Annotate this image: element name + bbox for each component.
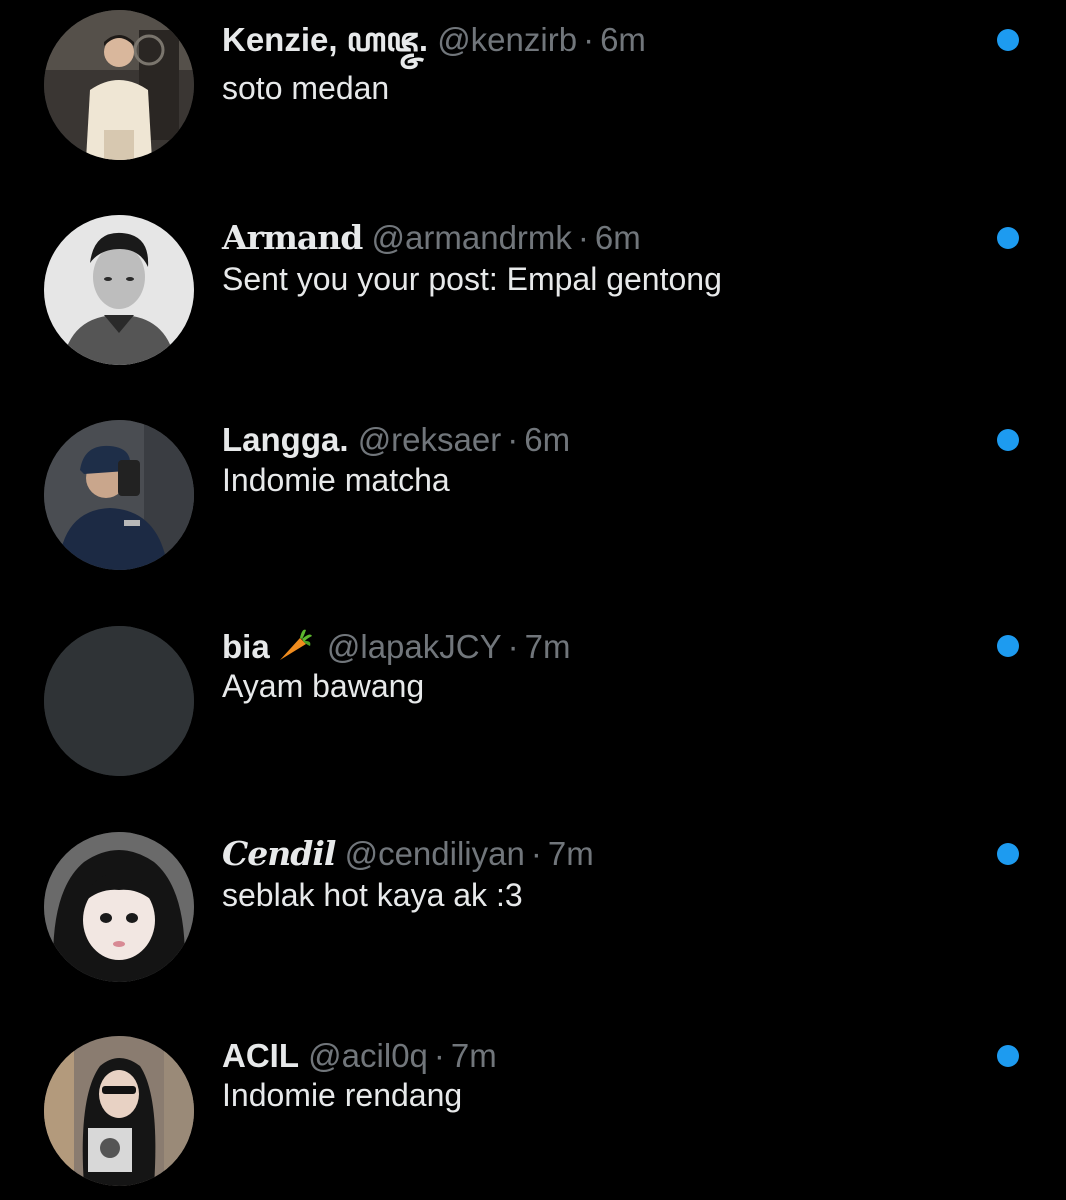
separator: · bbox=[507, 628, 519, 665]
separator: · bbox=[577, 219, 589, 256]
avatar[interactable] bbox=[44, 215, 194, 365]
conversation-header: Cendil @cendiliyan · 7m bbox=[222, 834, 594, 874]
message-preview: soto medan bbox=[222, 70, 390, 106]
message-preview: Sent you your post: Empal gentong bbox=[222, 261, 722, 297]
unread-indicator bbox=[997, 29, 1019, 51]
timestamp: 7m bbox=[450, 1037, 497, 1074]
user-handle: @armandrmk bbox=[371, 219, 572, 256]
display-name[interactable]: ACIL bbox=[222, 1037, 299, 1074]
person-photo-icon bbox=[44, 10, 194, 160]
separator: · bbox=[583, 21, 595, 58]
display-name[interactable]: Kenzie, ꦲꦗ꧀ꦗ. bbox=[222, 21, 428, 58]
avatar[interactable] bbox=[44, 10, 194, 160]
message-preview: Ayam bawang bbox=[222, 668, 425, 704]
unread-indicator bbox=[997, 227, 1019, 249]
message-preview: Indomie matcha bbox=[222, 462, 450, 498]
separator: · bbox=[507, 421, 519, 458]
timestamp: 7m bbox=[547, 835, 594, 872]
person-photo-icon bbox=[44, 215, 194, 365]
user-handle: @cendiliyan bbox=[344, 835, 525, 872]
unread-indicator bbox=[997, 429, 1019, 451]
person-photo-icon bbox=[44, 420, 194, 570]
conversation-header: Langga. @reksaer · 6m bbox=[222, 420, 570, 460]
avatar[interactable] bbox=[44, 832, 194, 982]
message-preview: seblak hot kaya ak :3 bbox=[222, 877, 523, 913]
conversation-row[interactable]: Langga. @reksaer · 6m Indomie matcha bbox=[0, 400, 1066, 600]
unread-indicator bbox=[997, 843, 1019, 865]
timestamp: 6m bbox=[600, 21, 646, 58]
user-handle: @acil0q bbox=[308, 1037, 428, 1074]
display-name[interactable]: Armand bbox=[222, 218, 363, 257]
conversation-header: ACIL @acil0q · 7m bbox=[222, 1036, 497, 1076]
user-handle: @kenzirb bbox=[437, 21, 578, 58]
display-name[interactable]: bia bbox=[222, 628, 270, 665]
person-photo-icon bbox=[44, 1036, 194, 1186]
timestamp: 7m bbox=[524, 628, 571, 665]
unread-indicator bbox=[997, 635, 1019, 657]
avatar[interactable] bbox=[44, 420, 194, 570]
conversation-list: Kenzie, ꦲꦗ꧀ꦗ. @kenzirb · 6m soto medan Arm… bbox=[0, 0, 1066, 1200]
separator: · bbox=[433, 1037, 445, 1074]
conversation-row[interactable]: Kenzie, ꦲꦗ꧀ꦗ. @kenzirb · 6m soto medan bbox=[0, 0, 1066, 200]
unread-indicator bbox=[997, 1045, 1019, 1067]
user-handle: @lapakJCY bbox=[326, 628, 502, 665]
conversation-row[interactable]: Armand @armandrmk · 6m Sent you your post:… bbox=[0, 200, 1066, 400]
avatar[interactable] bbox=[44, 626, 194, 776]
display-name[interactable]: Cendil bbox=[222, 834, 336, 873]
person-photo-icon bbox=[44, 832, 194, 982]
carrot-icon bbox=[279, 629, 312, 660]
empty-avatar-icon bbox=[44, 626, 194, 776]
conversation-header: bia @lapakJCY · 7m bbox=[222, 626, 570, 667]
user-handle: @reksaer bbox=[357, 421, 502, 458]
separator: · bbox=[530, 835, 542, 872]
conversation-row[interactable]: Cendil @cendiliyan · 7m seblak hot kaya ak… bbox=[0, 800, 1066, 1000]
timestamp: 6m bbox=[524, 421, 571, 458]
timestamp: 6m bbox=[594, 219, 641, 256]
conversation-header: Kenzie, ꦲꦗ꧀ꦗ. @kenzirb · 6m bbox=[222, 20, 646, 60]
conversation-header: Armand @armandrmk · 6m bbox=[222, 218, 641, 258]
avatar[interactable] bbox=[44, 1036, 194, 1186]
display-name[interactable]: Langga. bbox=[222, 421, 349, 458]
conversation-row[interactable]: bia @lapakJCY · 7m Ayam bawang bbox=[0, 600, 1066, 800]
conversation-row[interactable]: ACIL @acil0q · 7m Indomie rendang bbox=[0, 1000, 1066, 1200]
message-preview: Indomie rendang bbox=[222, 1077, 463, 1113]
